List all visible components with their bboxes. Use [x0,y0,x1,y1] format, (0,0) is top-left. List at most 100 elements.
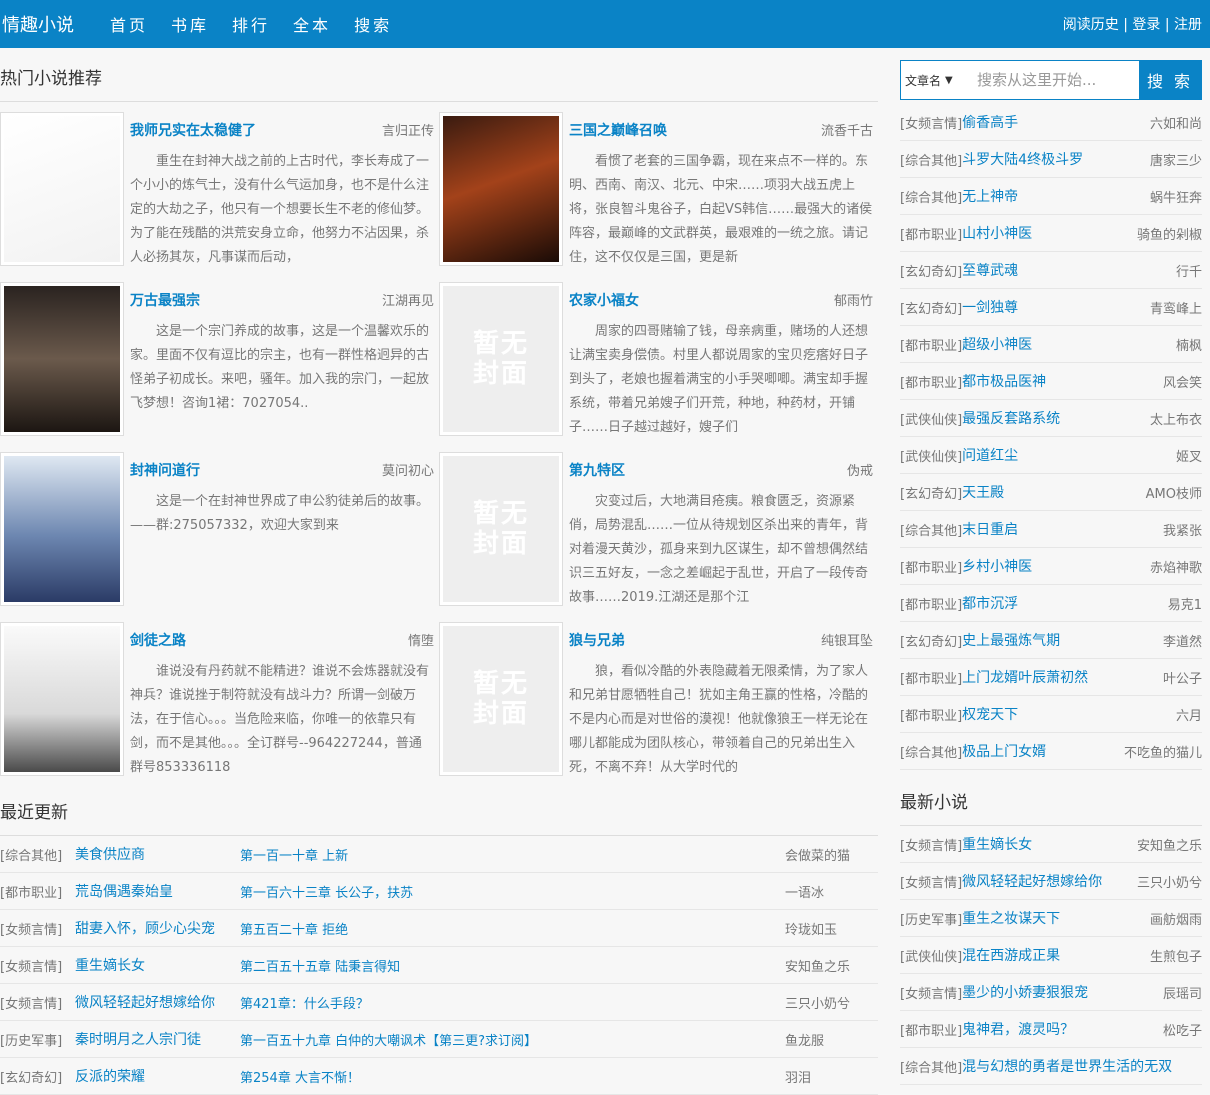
book-title[interactable]: 我师兄实在太稳健了 [130,120,256,140]
site-logo[interactable]: 情趣小说 [0,11,110,37]
ranking-category: [都市职业] [900,375,963,391]
update-chapter-link[interactable]: 第一百五十九章 白仲的大嘲讽术【第三更?求订阅】 [240,1030,785,1049]
table-row: [历史军事] 秦时明月之人宗门徒 第一百五十九章 白仲的大嘲讽术【第三更?求订阅】鱼… [0,1021,878,1058]
nav-ranking[interactable]: 排行 [232,12,270,36]
book-cover[interactable] [0,622,124,776]
search-button[interactable]: 搜 索 [1139,61,1201,99]
update-book-link[interactable]: 美食供应商 [75,844,240,864]
ranking-item: [都市职业] 都市极品医神 风会笑 [900,363,1202,400]
book-description: 周家的四哥赌输了钱，母亲病重，赌场的人还想让满宝卖身偿债。村里人都说周家的宝贝疙… [569,324,869,435]
book-title[interactable]: 三国之巅峰召唤 [569,120,667,140]
separator: | [1164,17,1170,33]
register-link[interactable]: 注册 [1174,17,1202,33]
update-chapter-link[interactable]: 第二百五十五章 陆秉言得知 [240,956,785,975]
update-chapter-link[interactable]: 第421章：什么手段？ [240,993,785,1012]
nav-library[interactable]: 书库 [171,12,209,36]
top-navbar: 情趣小说 首页 书库 排行 全本 搜索 阅读历史 | 登录 | 注册 [0,0,1210,48]
book-cover[interactable] [439,112,563,266]
ranking-book-link[interactable]: 都市沉浮 [962,593,1018,613]
ranking-book-link[interactable]: 一剑独尊 [962,297,1018,317]
newest-book-link[interactable]: 混在西游成正果 [962,945,1060,965]
table-row: [女频言情] 微风轻轻起好想嫁给你 第421章：什么手段？ 三只小奶兮 [0,984,878,1021]
ranking-list: [女频言情] 偷香高手 六如和尚 [综合其他] 斗罗大陆4终极斗罗 唐家三少 [综合其他] 无… [900,104,1202,770]
ranking-book-link[interactable]: 乡村小神医 [962,556,1032,576]
newest-book-link[interactable]: 墨少的小娇妻狠狠宠 [962,982,1088,1002]
ranking-book-link[interactable]: 都市极品医神 [962,371,1046,391]
ranking-book-link[interactable]: 山村小神医 [962,223,1032,243]
update-book-link[interactable]: 反派的荣耀 [75,1066,240,1086]
ranking-book-link[interactable]: 至尊武魂 [962,260,1018,280]
ranking-category: [都市职业] [900,597,963,613]
book-cover[interactable]: 暂无封面 [439,282,563,436]
newest-book-link[interactable]: 重生嫡长女 [962,834,1032,854]
update-author: 鱼龙服 [785,1033,825,1049]
update-chapter-link[interactable]: 第一百六十三章 长公子，扶苏 [240,882,785,901]
update-chapter-link[interactable]: 第254章 大言不惭！ [240,1067,785,1086]
ranking-item: [都市职业] 权宠天下 六月 [900,696,1202,733]
book-description: 这是一个在封神世界成了申公豹徒弟后的故事。——群:275057332，欢迎大家到… [130,494,430,533]
newest-book-link[interactable]: 混与幻想的勇者是世界生活的无双 [962,1056,1172,1076]
ranking-book-link[interactable]: 无上神帝 [962,186,1018,206]
ranking-book-link[interactable]: 问道红尘 [962,445,1018,465]
main-nav: 首页 书库 排行 全本 搜索 [110,12,415,36]
newest-list: [女频言情] 重生嫡长女 安知鱼之乐 [女频言情] 微风轻轻起好想嫁给你 三只小奶兮 [历史… [900,826,1202,1085]
book-description: 谁说没有丹药就不能精进？谁说不会炼器就没有神兵？谁说挫于制符就没有战斗力？所谓一… [130,664,430,775]
ranking-book-link[interactable]: 超级小神医 [962,334,1032,354]
book-title[interactable]: 封神问道行 [130,460,200,480]
ranking-book-link[interactable]: 权宠天下 [962,704,1018,724]
newest-book-link[interactable]: 鬼神君，渡灵吗？ [962,1019,1074,1039]
update-book-link[interactable]: 甜妻入怀，顾少心尖宠 [75,918,240,938]
cover-image [4,286,120,432]
reading-history-link[interactable]: 阅读历史 [1063,17,1119,33]
cover-placeholder-text: 暂无封面 [472,329,529,389]
ranking-item: [都市职业] 超级小神医 楠枫 [900,326,1202,363]
book-cover[interactable]: 暂无封面 [439,452,563,606]
ranking-author: 我紧张 [1162,523,1202,539]
book-title[interactable]: 农家小福女 [569,290,639,310]
book-title[interactable]: 狼与兄弟 [569,630,625,650]
newest-book-link[interactable]: 微风轻轻起好想嫁给你 [962,871,1102,891]
nav-home[interactable]: 首页 [110,12,148,36]
book-cover[interactable] [0,282,124,436]
right-column: 文章名 ▼ 搜索从这里开始... 搜 索 [女频言情] 偷香高手 六如和尚 [综合其他… [900,48,1202,1085]
book-cover[interactable] [0,452,124,606]
nav-complete[interactable]: 全本 [293,12,331,36]
search-type-select[interactable]: 文章名 ▼ [901,61,965,99]
user-links: 阅读历史 | 登录 | 注册 [1063,14,1202,34]
newest-book-link[interactable]: 重生之妆谋天下 [962,908,1060,928]
update-chapter-link[interactable]: 第五百二十章 拒绝 [240,919,785,938]
book-cover[interactable]: 暂无封面 [439,622,563,776]
update-book-link[interactable]: 微风轻轻起好想嫁给你 [75,992,240,1012]
book-title[interactable]: 万古最强宗 [130,290,200,310]
update-book-link[interactable]: 秦时明月之人宗门徒 [75,1029,240,1049]
login-link[interactable]: 登录 [1132,17,1160,33]
update-book-link[interactable]: 荒岛偶遇秦始皇 [75,881,240,901]
ranking-author: 蜗牛狂奔 [1149,190,1202,206]
ranking-book-link[interactable]: 天王殿 [962,482,1004,502]
newest-section-title: 最新小说 [900,772,1202,826]
ranking-category: [女频言情] [900,116,963,132]
ranking-author: 太上布衣 [1149,412,1202,428]
search-input[interactable]: 搜索从这里开始... [965,61,1139,99]
update-category: [玄幻奇幻] [0,1070,63,1086]
ranking-book-link[interactable]: 史上最强炼气期 [962,630,1060,650]
ranking-book-link[interactable]: 末日重启 [962,519,1018,539]
ranking-category: [玄幻奇幻] [900,264,963,280]
book-title[interactable]: 剑徒之路 [130,630,186,650]
book-cover[interactable] [0,112,124,266]
update-chapter-link[interactable]: 第一百一十章 上新 [240,845,785,864]
ranking-book-link[interactable]: 极品上门女婿 [962,741,1046,761]
ranking-book-link[interactable]: 偷香高手 [962,112,1018,132]
ranking-category: [综合其他] [900,190,963,206]
ranking-item: [女频言情] 偷香高手 六如和尚 [900,104,1202,141]
ranking-book-link[interactable]: 最强反套路系统 [962,408,1060,428]
book-title[interactable]: 第九特区 [569,460,625,480]
ranking-book-link[interactable]: 上门龙婿叶辰萧初然 [962,667,1088,687]
ranking-book-link[interactable]: 斗罗大陆4终极斗罗 [962,149,1083,169]
search-type-value: 文章名 [905,73,942,88]
nav-search[interactable]: 搜索 [354,12,392,36]
update-book-link[interactable]: 重生嫡长女 [75,955,240,975]
update-author: 羽泪 [785,1070,812,1086]
ranking-item: [综合其他] 无上神帝 蜗牛狂奔 [900,178,1202,215]
ranking-item: [玄幻奇幻] 史上最强炼气期 李道然 [900,622,1202,659]
